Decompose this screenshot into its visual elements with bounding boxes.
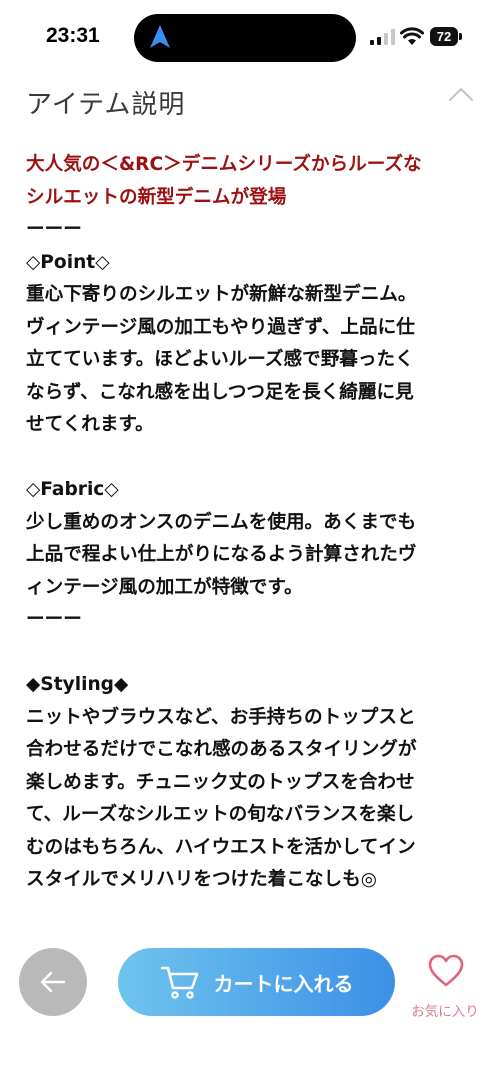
battery-nub xyxy=(459,33,462,40)
description-blank-line xyxy=(26,637,474,670)
description-blank-line xyxy=(26,442,474,475)
description-line: 上品で程よい仕上がりになるよう計算されたヴ xyxy=(26,544,417,565)
description-line: 合わせるだけでこなれ感のあるスタイリングが xyxy=(26,739,417,760)
description-line: ならず、こなれ感を出しつつ足を長く綺麗に見 xyxy=(26,381,414,403)
description-line: せてくれます。 xyxy=(26,414,154,435)
description-line: 楽しめます。チュニック丈のトップスを合わせ xyxy=(26,771,415,793)
description-line: 立てています。ほどよいルーズ感で野暮ったく xyxy=(26,349,414,370)
back-button[interactable] xyxy=(19,948,87,1016)
description-line: シルエットの新型デニムが登場 xyxy=(26,186,287,208)
product-description-screen: 23:31 72 アイテム説明 大人気の＜&RC＞デニムシリーズからルーズな シル… xyxy=(0,0,499,1080)
add-to-cart-button[interactable]: カートに入れる xyxy=(118,948,395,1016)
description-line: 大人気の＜&RC＞デニムシリーズからルーズな xyxy=(26,154,422,175)
description-line: ニットやブラウスなど、お手持ちのトップスと xyxy=(26,706,416,728)
description-line: ィンテージ風の加工が特徴です。 xyxy=(26,576,303,598)
cart-icon xyxy=(160,966,198,999)
battery-indicator: 72 xyxy=(430,27,458,46)
description-line: 重心下寄りのシルエットが新鮮な新型デニム。 xyxy=(26,284,417,305)
description-line: て、ルーズなシルエットの旬なバランスを楽し xyxy=(26,804,415,825)
description-line: ◆Styling◆ xyxy=(26,674,129,695)
description-line: スタイルでメリハリをつけた着こなしも◎ xyxy=(26,869,377,890)
cellular-signal-icon xyxy=(370,29,395,45)
description-line: ◇Fabric◇ xyxy=(26,479,119,500)
description-line: ーーー xyxy=(26,219,82,240)
description-line: ヴィンテージ風の加工もやり過ぎず、上品に仕 xyxy=(26,316,415,338)
item-description: 大人気の＜&RC＞デニムシリーズからルーズな シルエットの新型デニムが登場 ーーー ◇… xyxy=(26,149,474,897)
description-line: むのはもちろん、ハイウエストを活かしてイン xyxy=(26,836,416,858)
status-time: 23:31 xyxy=(46,24,100,47)
wifi-icon xyxy=(400,27,424,45)
section-title: アイテム説明 xyxy=(26,90,186,120)
status-bar: 23:31 72 xyxy=(0,0,499,72)
heart-outline-icon xyxy=(428,954,464,987)
favorite-button[interactable]: お気に入り xyxy=(402,950,488,1024)
favorite-label: お気に入り xyxy=(411,1004,479,1020)
description-line: ◇Point◇ xyxy=(26,251,110,273)
chevron-up-icon[interactable] xyxy=(448,86,474,102)
navigation-arrow-icon xyxy=(150,25,170,48)
description-line: 少し重めのオンスのデニムを使用。あくまでも xyxy=(26,511,417,533)
add-to-cart-label: カートに入れる xyxy=(213,971,354,996)
description-line: ーーー xyxy=(26,609,82,630)
arrow-left-icon xyxy=(40,971,66,993)
